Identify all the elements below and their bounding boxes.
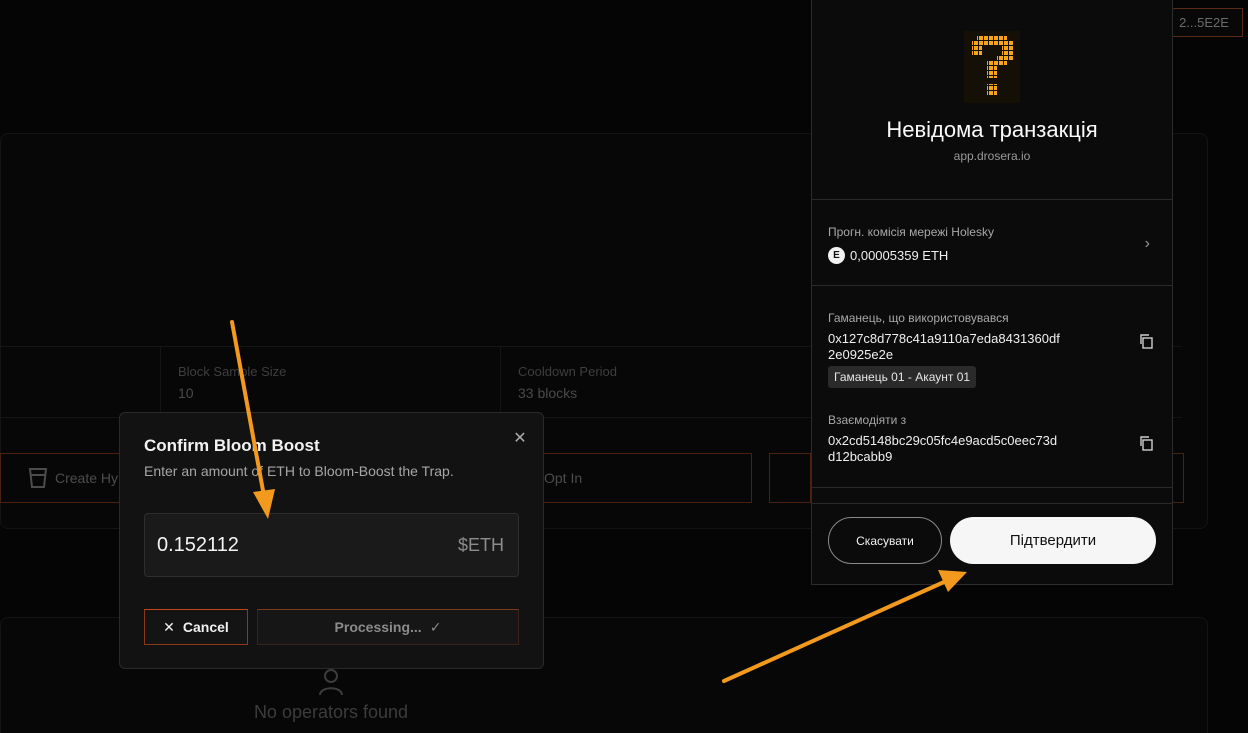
network-fee-row[interactable]: Прогн. комісія мережі Holesky E 0,000053… [828, 225, 1158, 265]
wallet-confirmation-popup: Невідома транзакція app.drosera.io Прогн… [811, 0, 1173, 585]
address-line: 2e0925e2e [828, 347, 894, 362]
wallet-address-chip[interactable]: 2...5E2E [1165, 8, 1243, 37]
processing-label: Processing... [334, 619, 422, 635]
divider [812, 487, 1172, 488]
divider [812, 285, 1172, 286]
glass-icon [28, 468, 48, 488]
transaction-origin: app.drosera.io [953, 149, 1031, 163]
close-icon[interactable]: ✕ [509, 427, 531, 449]
opt-in-label: Opt In [544, 470, 583, 486]
amount-unit: $ETH [457, 535, 504, 555]
amount-input[interactable]: 0.152112 $ETH [144, 513, 519, 577]
wallet-confirm-button[interactable]: Підтвердити [950, 517, 1156, 564]
action-button[interactable] [769, 453, 811, 503]
chevron-right-icon: › [1144, 235, 1150, 252]
processing-button[interactable]: Processing... ✓ [257, 609, 519, 645]
cancel-button[interactable]: ✕ Cancel [144, 609, 248, 645]
create-button-label: Create Hy [55, 470, 119, 486]
account-tag: Гаманець 01 - Акаунт 01 [828, 366, 977, 388]
action-button-edge[interactable] [1172, 453, 1184, 503]
x-icon: ✕ [163, 618, 175, 635]
stat-block-sample-size: Block Sample Size 10 [160, 346, 500, 418]
address-line: d12bcabb9 [828, 449, 893, 464]
divider [812, 503, 1172, 504]
address-line: 0x127c8d778c41a9110a7eda8431360df [828, 331, 1060, 346]
interact-label: Взаємодіяти з [828, 413, 907, 427]
stat-label: Cooldown Period [518, 364, 618, 379]
divider [812, 199, 1172, 200]
used-wallet-address: 0x127c8d778c41a9110a7eda8431360df 2e0925… [828, 331, 1060, 363]
modal-title: Confirm Bloom Boost [144, 436, 320, 455]
used-wallet-label: Гаманець, що використовувався [828, 311, 1009, 325]
copy-icon[interactable] [1138, 333, 1154, 349]
question-mark-icon [964, 31, 1020, 103]
transaction-title: Невідома транзакція [886, 117, 1098, 142]
cancel-label: Cancel [182, 619, 229, 635]
contract-address: 0x2cd5148bc29c05fc4e9acd5c0eec73d d12bca… [828, 433, 1057, 465]
copy-icon[interactable] [1138, 435, 1154, 451]
opt-in-button[interactable]: Opt In [520, 453, 752, 503]
fee-label: Прогн. комісія мережі Holesky [828, 225, 994, 239]
no-operators-text: No operators found [253, 702, 409, 722]
modal-subtitle: Enter an amount of ETH to Bloom-Boost th… [144, 463, 454, 479]
stat-label: Block Sample Size [178, 364, 287, 379]
amount-value: 0.152112 [157, 534, 239, 556]
fee-value: 0,00005359 ETH [850, 247, 949, 263]
user-icon [319, 669, 343, 696]
create-button[interactable]: Create Hy [0, 453, 130, 503]
check-icon: ✓ [429, 618, 442, 635]
eth-icon: E [828, 247, 845, 264]
stat-value: 10 [178, 385, 194, 401]
confirm-bloom-boost-modal: Confirm Bloom Boost Enter an amount of E… [119, 412, 544, 669]
stat-value: 33 blocks [518, 385, 578, 401]
address-line: 0x2cd5148bc29c05fc4e9acd5c0eec73d [828, 433, 1058, 448]
wallet-cancel-button[interactable]: Скасувати [828, 517, 942, 564]
stat-cooldown-period: Cooldown Period 33 blocks [500, 346, 840, 418]
